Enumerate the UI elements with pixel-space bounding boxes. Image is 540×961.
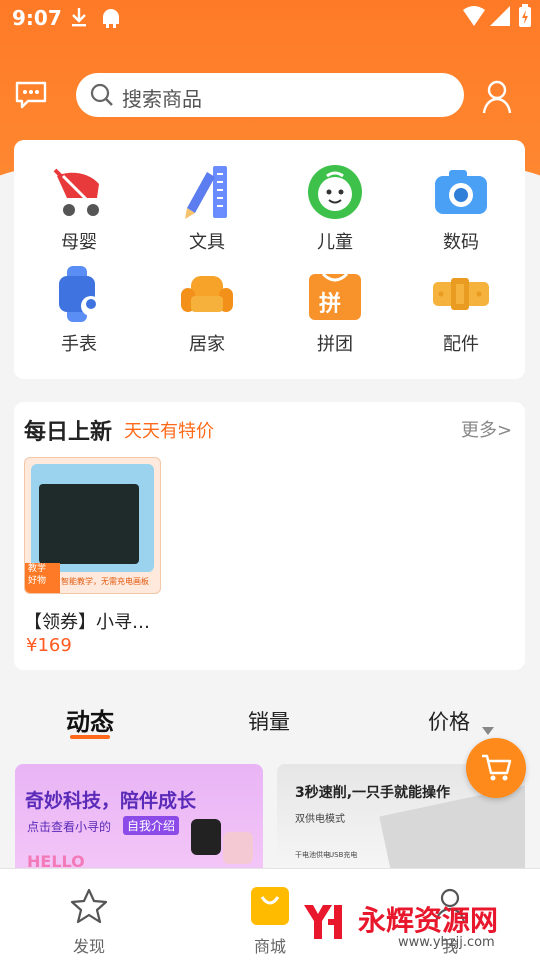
active-tab-indicator [70, 735, 110, 739]
category-label: 数码 [443, 232, 479, 253]
section-title: 每日上新 [24, 420, 113, 445]
search-input[interactable]: 搜索商品 [76, 73, 464, 117]
pencil-ruler-icon [177, 162, 237, 222]
watch-image [191, 819, 221, 855]
watermark-logo-icon [300, 897, 350, 947]
battery-icon [518, 4, 532, 33]
feed-highlight: 自我介绍 [123, 816, 180, 835]
watermark-brand: 永辉资源网 [358, 904, 499, 937]
sofa-icon [177, 264, 237, 324]
message-icon[interactable] [14, 80, 48, 114]
category-label: 手表 [61, 334, 97, 355]
watermark-url: www.yhzjj.com [398, 935, 495, 950]
user-profile-icon[interactable] [482, 80, 512, 118]
category-item-group-buy[interactable]: 拼 拼团 [280, 264, 390, 356]
category-label: 儿童 [317, 232, 353, 253]
tablet-screen [39, 484, 139, 564]
status-time: 9:07 [12, 6, 62, 30]
download-icon [70, 6, 88, 33]
tab-dynamic[interactable]: 动态 [66, 702, 114, 737]
product-image-caption: 智能教学，无需充电画板 [61, 577, 149, 586]
category-item-children[interactable]: 儿童 [280, 162, 390, 254]
category-item-digital[interactable]: 数码 [406, 162, 516, 254]
product-price: ¥169 [26, 635, 72, 656]
watermark: 永辉资源网 www.yhzjj.com [300, 895, 536, 955]
feed-subline: 点击查看小寻的 [27, 820, 112, 834]
star-icon [44, 887, 134, 929]
product-tablet [31, 464, 154, 572]
category-label: 拼团 [317, 334, 353, 355]
sort-arrow-icon[interactable] [482, 720, 494, 739]
product-name[interactable]: 【领券】小寻… [24, 608, 150, 634]
category-item-home[interactable]: 居家 [152, 264, 262, 356]
feed-headline: 奇妙科技，陪伴成长 [25, 790, 197, 812]
cart-icon [480, 753, 512, 787]
group-buy-badge: 拼 [319, 292, 342, 317]
section-subtitle: 天天有特价 [124, 421, 214, 442]
search-placeholder: 搜索商品 [122, 87, 202, 111]
watch-image [223, 832, 253, 864]
feed-feature-1: 干电池供电 [295, 851, 330, 859]
stroller-icon [49, 162, 109, 222]
product-corner-badge: 教学 好物 [25, 563, 60, 593]
child-face-icon [305, 162, 365, 222]
category-label: 文具 [189, 232, 225, 253]
category-item-stationery[interactable]: 文具 [152, 162, 262, 254]
daily-new-section: 每日上新 天天有特价 更多> 教学 好物 智能教学，无需充电画板 【领券】小寻…… [14, 402, 525, 670]
feed-card-kids-watch[interactable]: 奇妙科技，陪伴成长 点击查看小寻的 自我介绍 HELLO [15, 764, 263, 874]
feed-headline: 3秒速削,一只手就能操作 [295, 785, 451, 801]
nav-discover[interactable]: 发现 [44, 887, 134, 957]
category-item-baby[interactable]: 母婴 [24, 162, 134, 254]
status-bar: 9:07 [0, 0, 540, 36]
android-icon [100, 6, 122, 33]
floating-cart-button[interactable] [466, 738, 526, 798]
more-link[interactable]: 更多> [461, 416, 512, 442]
category-label: 配件 [443, 334, 479, 355]
category-label: 母婴 [61, 232, 97, 253]
wifi-icon [463, 6, 485, 31]
category-item-watch[interactable]: 手表 [24, 264, 134, 356]
category-item-accessories[interactable]: 配件 [406, 264, 516, 356]
feed-feature-2: USB充电 [329, 851, 358, 859]
search-icon [90, 83, 114, 111]
nav-label: 发现 [72, 937, 105, 956]
feed-subline: 双供电模式 [295, 814, 345, 825]
group-buy-bag-icon: 拼 [305, 264, 365, 324]
product-image[interactable]: 教学 好物 智能教学，无需充电画板 [24, 457, 161, 594]
signal-icon [490, 6, 510, 31]
category-grid: 母婴 文具 儿童 数码 手表 居家 拼 拼团 配件 [14, 140, 525, 379]
category-label: 居家 [189, 334, 225, 355]
camera-icon [431, 162, 491, 222]
strap-icon [431, 264, 491, 324]
tab-price[interactable]: 价格 [428, 706, 470, 736]
tab-sales[interactable]: 销量 [248, 706, 290, 736]
watch-icon [49, 264, 109, 324]
